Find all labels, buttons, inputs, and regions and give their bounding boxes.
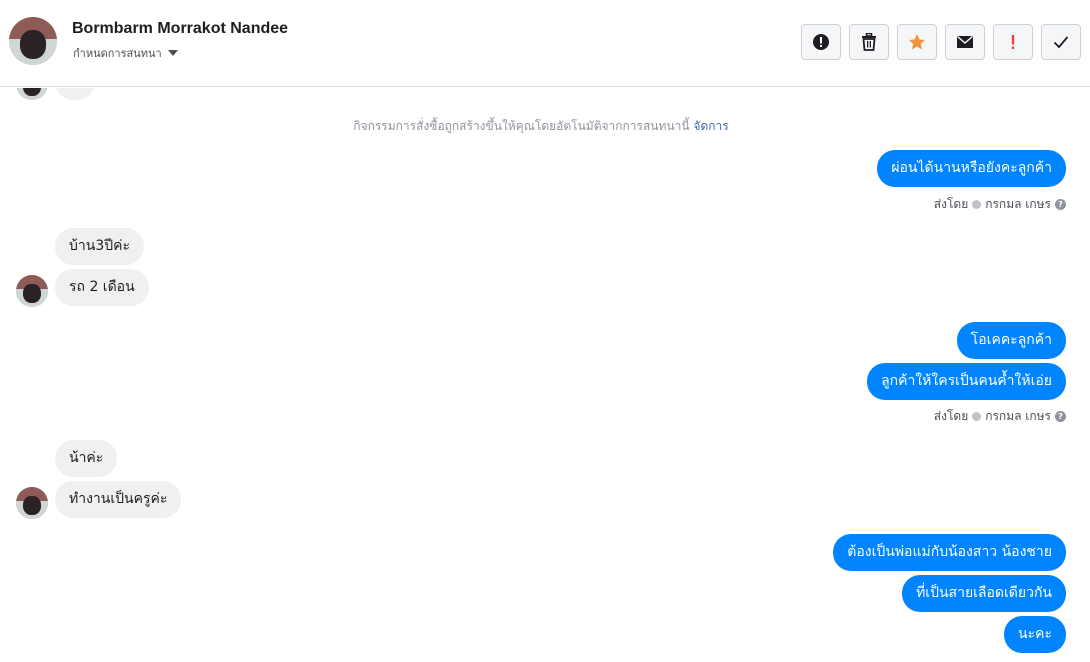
assign-label: กำหนดการสนทนา xyxy=(73,47,162,60)
check-circle-icon xyxy=(972,412,982,421)
contact-name[interactable]: Bormbarm Morrakot Nandee xyxy=(72,20,288,38)
caret-down-icon xyxy=(167,50,178,56)
contact-avatar-small xyxy=(16,487,48,519)
sent-by-line: ส่งโดย กรกมล เกษร ? xyxy=(934,407,1066,426)
message-bubble-outgoing: ต้องเป็นพ่อแม่กับน้องสาว น้องชาย xyxy=(833,534,1066,571)
contact-avatar[interactable] xyxy=(9,17,57,65)
envelope-icon xyxy=(957,35,973,48)
contact-avatar-small xyxy=(16,88,48,100)
order-activity-notice: กิจกรรมการสั่งซื้อถูกสร้างขึ้นให้คุณโดยอ… xyxy=(0,117,1082,136)
flag-exclamation-icon xyxy=(1011,35,1015,49)
assign-conversation-dropdown[interactable]: กำหนดการสนทนา xyxy=(73,44,178,62)
message-bubble-incoming: ทำงานเป็นครูค่ะ xyxy=(55,481,182,518)
conversation-toolbar xyxy=(801,24,1081,60)
trash-icon xyxy=(862,33,876,51)
message-bubble-incoming: บ้าน3ปีค่ะ xyxy=(55,228,144,265)
sent-by-line: ส่งโดย กรกมล เกษร ? xyxy=(934,195,1066,214)
message-bubble-outgoing: ลูกค้าให้ใครเป็นคนค้ำให้เอ่ย xyxy=(867,363,1066,400)
check-icon xyxy=(1053,36,1069,49)
star-button[interactable] xyxy=(897,24,937,60)
delete-button[interactable] xyxy=(849,24,889,60)
message-bubble-outgoing: ที่เป็นสายเลือดเดียวกัน xyxy=(902,575,1066,612)
star-icon xyxy=(909,34,925,50)
exclamation-circle-icon xyxy=(813,34,829,50)
conversation-header: Bormbarm Morrakot Nandee กำหนดการสนทนา xyxy=(0,0,1090,87)
help-icon[interactable]: ? xyxy=(1055,411,1066,422)
contact-avatar-small xyxy=(16,275,48,307)
follow-up-button[interactable] xyxy=(993,24,1033,60)
mark-spam-button[interactable] xyxy=(801,24,841,60)
sender-name[interactable]: กรกมล เกษร xyxy=(985,407,1051,426)
message-bubble-outgoing: ผ่อนได้นานหรือยังคะลูกค้า xyxy=(877,150,1066,187)
mark-done-button[interactable] xyxy=(1041,24,1081,60)
notice-text: กิจกรรมการสั่งซื้อถูกสร้างขึ้นให้คุณโดยอ… xyxy=(353,119,690,133)
mark-unread-button[interactable] xyxy=(945,24,985,60)
message-bubble-outgoing: นะคะ xyxy=(1004,616,1066,653)
message-bubble-incoming: รถ 2 เดือน xyxy=(55,269,149,306)
help-icon[interactable]: ? xyxy=(1055,199,1066,210)
manage-link[interactable]: จัดการ xyxy=(693,119,728,133)
check-circle-icon xyxy=(972,200,982,209)
sent-by-label: ส่งโดย xyxy=(933,197,969,211)
message-bubble-incoming xyxy=(55,88,95,100)
message-bubble-incoming: น้าค่ะ xyxy=(55,440,118,477)
message-bubble-outgoing: โอเคคะลูกค้า xyxy=(956,322,1066,359)
sent-by-label: ส่งโดย xyxy=(933,409,969,423)
message-thread[interactable]: กิจกรรมการสั่งซื้อถูกสร้างขึ้นให้คุณโดยอ… xyxy=(0,88,1090,662)
sender-name[interactable]: กรกมล เกษร xyxy=(985,195,1051,214)
